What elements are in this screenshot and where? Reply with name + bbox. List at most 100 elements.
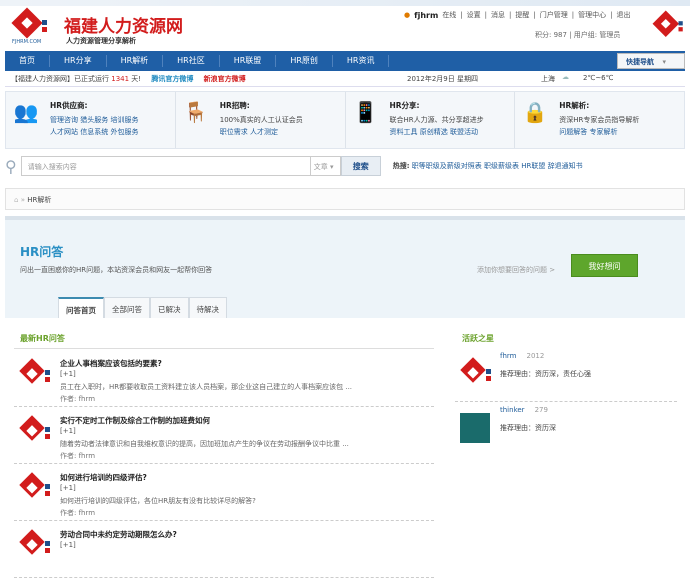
link-settings[interactable]: 设置 <box>467 10 481 20</box>
home-icon[interactable]: ⌂ <box>14 196 18 204</box>
nav-hr-alliance[interactable]: HR联盟 <box>220 55 277 67</box>
hot-link[interactable]: 职等职级及薪级对照表 <box>412 162 482 170</box>
question-title[interactable]: 如何进行培训的四级评估? <box>60 472 147 483</box>
main-nav: 首页 HR分享 HR解析 HR社区 HR联盟 HR原创 HR资讯 快捷导航 ▾ <box>5 51 685 71</box>
feature-analysis: 🔒 HR解析: 资深HR专家会员指导解析 问题解答 专家解析 <box>515 92 684 148</box>
device-icon: 📱 <box>353 100 378 124</box>
tab-all[interactable]: 全部问答 <box>104 297 150 318</box>
nav-home[interactable]: 首页 <box>5 55 50 67</box>
question-title[interactable]: 劳动合同中未约定劳动期限怎么办? <box>60 529 177 540</box>
link-portal-admin[interactable]: 门户管理 <box>540 10 568 20</box>
hot-link[interactable]: 辞退通知书 <box>548 162 583 170</box>
credits-link[interactable]: 积分: 987 <box>535 31 567 39</box>
nav-hr-original[interactable]: HR原创 <box>276 55 333 67</box>
question-item: 实行不定时工作制及综合工作制的加班费如何 [+1] 随着劳动者法律意识和自我维权… <box>14 407 434 464</box>
feature-links[interactable]: 人才网站 信息系统 外包服务 <box>50 128 138 136</box>
usergroup-text: 用户组: 管理员 <box>573 31 621 39</box>
link-online[interactable]: 在线 <box>442 10 456 20</box>
hot-link[interactable]: 职级薪级表 <box>484 162 519 170</box>
avatar[interactable] <box>19 415 50 447</box>
nav-hr-community[interactable]: HR社区 <box>163 55 220 67</box>
question-title[interactable]: 实行不定时工作制及综合工作制的加班费如何 <box>60 415 210 426</box>
user-avatar[interactable] <box>652 10 687 44</box>
date-text: 2012年2月9日 星期四 <box>407 75 478 83</box>
breadcrumb: ⌂ » HR解析 <box>5 188 685 210</box>
feature-title: HR招聘: <box>219 101 250 110</box>
search-bar: ⚲ 请输入搜索内容 文章 ▾ 搜索 热搜: 职等职级及薪级对照表 职级薪级表 H… <box>5 152 685 180</box>
avatar[interactable] <box>19 358 50 390</box>
link-messages[interactable]: 消息 <box>491 10 505 20</box>
feature-desc: 联合HR人力源、共分享超进步 <box>389 116 484 124</box>
feature-links[interactable]: 管理咨询 猎头服务 培训服务 <box>50 116 138 124</box>
tab-unsolved[interactable]: 待解决 <box>188 297 227 318</box>
member-name[interactable]: fhrm <box>500 352 516 360</box>
breadcrumb-current[interactable]: HR解析 <box>27 196 51 204</box>
vote-count[interactable]: [+1] <box>60 427 76 435</box>
link-reminders[interactable]: 提醒 <box>515 10 529 20</box>
nav-hr-news[interactable]: HR资讯 <box>333 55 390 67</box>
link-logout[interactable]: 退出 <box>616 10 630 20</box>
tencent-weibo-link[interactable]: 腾讯官方微博 <box>151 75 193 83</box>
avatar[interactable] <box>460 413 490 443</box>
vote-count[interactable]: [+1] <box>60 484 76 492</box>
search-type-label: 文章 <box>313 163 328 171</box>
sina-weibo-link[interactable]: 新浪官方微博 <box>204 75 246 83</box>
ask-question-button[interactable]: 我好想问 <box>571 254 638 277</box>
nav-hr-analysis[interactable]: HR解析 <box>107 55 164 67</box>
search-icon: ⚲ <box>5 156 17 176</box>
avatar[interactable] <box>460 357 491 389</box>
feature-title: HR分享: <box>389 101 420 110</box>
vote-count[interactable]: [+1] <box>60 370 76 378</box>
chevron-down-icon: ▾ <box>662 58 666 66</box>
avatar[interactable] <box>19 472 50 504</box>
tab-solved[interactable]: 已解决 <box>150 297 189 318</box>
lock-icon: 🔒 <box>522 100 548 124</box>
nav-hr-share[interactable]: HR分享 <box>50 55 107 67</box>
feature-title: HR供应商: <box>50 101 88 110</box>
search-button[interactable]: 搜索 <box>340 156 381 176</box>
feature-title: HR解析: <box>559 101 590 110</box>
cloud-icon: ☁ <box>562 73 569 81</box>
site-slogan: 人力资源管理分享解析 <box>66 37 136 45</box>
quick-nav-button[interactable]: 快捷导航 ▾ <box>617 53 685 69</box>
question-item: 劳动合同中未约定劳动期限怎么办? [+1] <box>14 521 434 578</box>
search-type-select[interactable]: 文章 ▾ <box>310 156 341 176</box>
info-bar: 【福建人力资源网】已正式运行 1341 天! 腾讯官方微博 新浪官方微博 201… <box>5 71 685 87</box>
question-excerpt: 如何进行培训的四级评估，各位HR朋友有没有比较详尽的解答? <box>60 497 256 505</box>
people-icon: 👥 <box>13 100 39 124</box>
feature-links[interactable]: 资料工具 原创精选 联盟活动 <box>390 128 478 136</box>
feature-links[interactable]: 问题解答 专家解析 <box>559 128 617 136</box>
latest-qa-title: 最新HR问答 <box>20 334 65 343</box>
feature-share: 📱 HR分享: 联合HR人力源、共分享超进步 资料工具 原创精选 联盟活动 <box>346 92 516 148</box>
add-question-hint: 添加你想要回答的问题 > <box>477 266 556 274</box>
member-item: thinker 279 推荐理由：资历深 <box>455 404 677 456</box>
site-logo[interactable]: FJHRM.COM <box>11 7 52 46</box>
member-name[interactable]: thinker <box>500 406 525 414</box>
hot-label: 热搜: <box>392 162 410 170</box>
qa-tabs: 问答首页 全部问答 已解决 待解决 <box>58 297 227 318</box>
tab-qa-home[interactable]: 问答首页 <box>58 297 104 318</box>
question-excerpt: 随着劳动者法律意识和自我维权意识的提高，因加班加点产生的争议在劳动报酬争议中比重… <box>60 440 349 448</box>
running-days: 1341 <box>111 75 130 83</box>
avatar[interactable] <box>19 529 50 561</box>
running-text: 【福建人力资源网】已正式运行 <box>11 75 109 83</box>
top-strip <box>0 0 690 6</box>
vote-count[interactable]: [+1] <box>60 541 76 549</box>
question-author: 作者: fhrm <box>60 509 96 517</box>
member-reason: 推荐理由：资历深 <box>500 424 556 432</box>
member-item: fhrm 2012 推荐理由：资历深，责任心强 <box>455 350 677 402</box>
chair-icon: 🪑 <box>183 100 209 124</box>
link-admin-center[interactable]: 管理中心 <box>578 10 606 20</box>
feature-desc: 100%真实的人工认证会员 <box>219 116 303 124</box>
feature-links[interactable]: 职位需求 人才测定 <box>220 128 278 136</box>
feature-recruit: 🪑 HR招聘: 100%真实的人工认证会员 职位需求 人才测定 <box>176 92 346 148</box>
username-link[interactable]: fjhrm <box>414 11 438 20</box>
quick-nav-label: 快捷导航 <box>626 58 654 66</box>
page-title: HR问答 <box>20 245 64 259</box>
member-reason: 推荐理由：资历深，责任心强 <box>500 370 591 378</box>
search-input[interactable]: 请输入搜索内容 <box>20 156 311 176</box>
question-title[interactable]: 企业人事档案应该包括的要素? <box>60 358 162 369</box>
qq-icon: ● <box>404 11 411 19</box>
hot-link[interactable]: HR联盟 <box>521 162 545 170</box>
question-excerpt: 员工在入职时，HR都要收取员工资料建立该人员档案，那企业这自己建立的人事档案应该… <box>60 383 353 391</box>
